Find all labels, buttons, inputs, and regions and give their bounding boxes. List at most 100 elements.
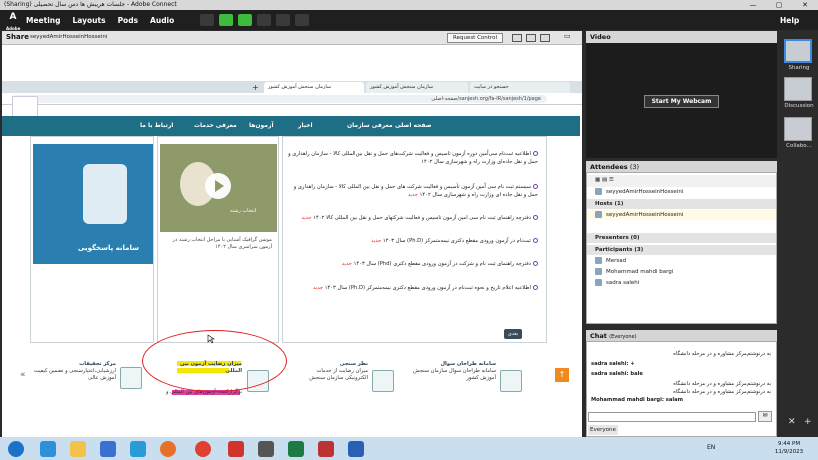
video-card[interactable]: انتخاب رشته موشن گرافیک آشنایی با مراحل … bbox=[157, 136, 279, 343]
fit-width-icon[interactable] bbox=[512, 34, 522, 42]
share-title: Share bbox=[6, 33, 29, 41]
attendee-toolbar[interactable]: ▦ ▤ ☰ bbox=[587, 175, 776, 187]
request-control-button[interactable]: Request Control bbox=[447, 33, 503, 43]
presenter-name: seyyedAmirHosseinHosseini bbox=[30, 34, 108, 40]
adobe-logo: A Adobe bbox=[6, 12, 21, 31]
system-clock[interactable]: 9:44 PM 11/9/2023 bbox=[763, 440, 815, 456]
avatar bbox=[595, 268, 602, 275]
chrome-icon[interactable] bbox=[195, 441, 211, 457]
video-thumbnail[interactable]: انتخاب رشته bbox=[160, 144, 277, 232]
layout-collaboration-thumb[interactable] bbox=[784, 117, 812, 141]
nav-services[interactable]: معرفی خدمات bbox=[194, 122, 237, 129]
menu-layouts[interactable]: Layouts bbox=[73, 16, 106, 25]
avatar bbox=[595, 211, 602, 218]
nav-about[interactable]: معرفی سازمان bbox=[347, 122, 393, 129]
hosts-section[interactable]: Hosts (1) bbox=[587, 199, 776, 209]
hand-raise-icon[interactable] bbox=[295, 14, 310, 26]
avatar bbox=[595, 279, 602, 286]
acrobat-icon[interactable] bbox=[228, 441, 244, 457]
question-designers-icon[interactable] bbox=[500, 370, 522, 392]
menu-meeting[interactable]: Meeting bbox=[26, 16, 61, 25]
samane-banner[interactable]: سامانه پاسخگویی bbox=[33, 144, 153, 264]
maximize-button[interactable]: ▢ bbox=[766, 0, 792, 10]
chat-input[interactable] bbox=[588, 412, 756, 422]
site-nav: صفحه اصلی معرفی سازمان اخبار آزمون‌ها مع… bbox=[2, 116, 580, 136]
webcam-icon[interactable] bbox=[276, 14, 291, 26]
media-player-icon[interactable] bbox=[100, 441, 116, 457]
news-list: اطلاعیه ثبت‌نام سی‌اُمین دوره آزمون تاسی… bbox=[282, 136, 547, 343]
window-title: (Sharing) جلسات هریبش ها دس سال تحصیلی -… bbox=[4, 1, 177, 8]
news-item[interactable]: اطلاعیه ثبت‌نام سی‌اُمین دوره آزمون تاسی… bbox=[288, 151, 538, 166]
bullet-icon bbox=[533, 215, 538, 220]
nav-contact[interactable]: ارتباط با ما bbox=[140, 122, 173, 129]
sync-icon[interactable] bbox=[540, 34, 550, 42]
add-layout-icon[interactable]: + bbox=[804, 417, 812, 427]
nav-exams[interactable]: آزمون‌ها bbox=[249, 122, 274, 129]
more-news-button[interactable]: بعدی bbox=[504, 329, 522, 339]
attendee-row[interactable]: Mersad bbox=[587, 256, 776, 266]
shared-screen: جستجو در سایت سازمان سنجش آموزش کشور ساز… bbox=[2, 45, 582, 437]
layout-sharing-thumb[interactable] bbox=[784, 39, 812, 63]
minimize-button[interactable]: — bbox=[740, 0, 766, 10]
samane-card[interactable]: سامانه پاسخگویی bbox=[30, 136, 154, 343]
attendee-row[interactable]: seyyedAmirHosseinHosseini bbox=[587, 210, 776, 220]
url-field[interactable]: sanjesh.org/fa-IR/sanjesh/1/page/صفحه-اص… bbox=[12, 95, 547, 103]
mic-mute-icon[interactable] bbox=[238, 14, 253, 26]
presenters-section[interactable]: Presenters (0) bbox=[587, 233, 776, 243]
send-message-icon[interactable]: ✉ bbox=[758, 411, 772, 422]
acrobat-reader-icon[interactable] bbox=[318, 441, 334, 457]
excel-icon[interactable] bbox=[288, 441, 304, 457]
telegram-icon[interactable] bbox=[130, 441, 146, 457]
ie-icon[interactable] bbox=[40, 441, 56, 457]
chat-target-select[interactable]: Everyone bbox=[588, 425, 618, 435]
word-icon[interactable] bbox=[348, 441, 364, 457]
mouse-cursor-icon bbox=[207, 334, 215, 344]
chat-message: به درنوشتم‌مرکز مشاوره و در مرحله دانشگا… bbox=[673, 351, 771, 357]
pod-menu-icon[interactable]: ▭ bbox=[564, 32, 574, 40]
menu-help[interactable]: Help bbox=[780, 16, 799, 25]
layout-discussion-thumb[interactable] bbox=[784, 77, 812, 101]
scroll-up-button[interactable]: ↑ bbox=[555, 368, 569, 382]
participants-section[interactable]: Participants (3) bbox=[587, 245, 776, 255]
connect-app-icon[interactable] bbox=[258, 441, 274, 457]
service-item[interactable]: سامانه طراحان سوال سامانه طراحان سوال ساز… bbox=[412, 361, 496, 382]
survey-icon[interactable] bbox=[372, 370, 394, 392]
browser-tab[interactable]: سازمان سنجش آموزش کشور bbox=[366, 82, 468, 93]
new-tab-button[interactable]: + bbox=[250, 82, 262, 93]
file-explorer-icon[interactable] bbox=[70, 441, 86, 457]
close-button[interactable]: ✕ bbox=[792, 0, 818, 10]
browser-tab-active[interactable]: سازمان سنجش آموزش کشور bbox=[264, 82, 364, 93]
service-item[interactable]: نظر سنجی میزان رضایت از خدمات الکترونیکی … bbox=[292, 361, 368, 382]
research-center-icon[interactable] bbox=[120, 367, 142, 389]
speaker-icon[interactable] bbox=[257, 14, 272, 26]
menu-pods[interactable]: Pods bbox=[118, 16, 138, 25]
video-pod-header: Video bbox=[586, 31, 777, 43]
news-item[interactable]: ثبت‌نام در آزمون ورودی مقطع دکتری نیمه‌م… bbox=[288, 238, 538, 246]
video-caption: موشن گرافیک آشنایی با مراحل انتخاب رشته … bbox=[172, 237, 272, 250]
nav-home[interactable]: صفحه اصلی bbox=[395, 122, 432, 129]
microphone-icon[interactable] bbox=[219, 14, 234, 26]
nav-news[interactable]: اخبار bbox=[298, 122, 313, 129]
menu-audio[interactable]: Audio bbox=[150, 16, 174, 25]
firefox-icon[interactable] bbox=[160, 441, 176, 457]
avatar bbox=[595, 257, 602, 264]
start-webcam-button[interactable]: Start My Webcam bbox=[644, 95, 719, 108]
fullscreen-icon[interactable] bbox=[526, 34, 536, 42]
status-icon[interactable] bbox=[200, 14, 215, 26]
browser-tab[interactable]: جستجو در سایت bbox=[470, 82, 570, 93]
news-item[interactable]: دفترچه راهنمای ثبت نام و شرکت در آزمون و… bbox=[288, 261, 538, 269]
news-item[interactable]: اطلاعیه اعلام تاریخ و نحوه ثبت‌نام در آز… bbox=[288, 285, 538, 293]
news-item[interactable]: سیستم ثبت نام سی اُمین آزمون تأسیس و فعا… bbox=[288, 184, 538, 199]
pin-icon[interactable]: ✕ bbox=[788, 417, 796, 427]
carousel-prev-icon[interactable]: « bbox=[20, 370, 26, 380]
attendee-row[interactable]: sadra salehi bbox=[587, 278, 776, 288]
attendee-row[interactable]: Mohammad mahdi bargi bbox=[587, 267, 776, 277]
address-bar[interactable]: sanjesh.org/fa-IR/sanjesh/1/page/صفحه-اص… bbox=[2, 93, 582, 105]
news-item[interactable]: دفترچه راهنمای ثبت نام سی امین آزمون تاس… bbox=[288, 215, 538, 223]
language-indicator[interactable]: EN bbox=[707, 444, 715, 451]
play-icon[interactable] bbox=[205, 173, 231, 199]
service-item[interactable]: مرکز تحقیقات ارزشیابی،اعتبارسنجی و تضمین … bbox=[30, 361, 116, 382]
my-status[interactable]: seyyedAmirHosseinHosseini bbox=[587, 187, 776, 197]
start-button-icon[interactable] bbox=[8, 441, 24, 457]
share-pod-header: Share seyyedAmirHosseinHosseini Request … bbox=[2, 31, 582, 45]
